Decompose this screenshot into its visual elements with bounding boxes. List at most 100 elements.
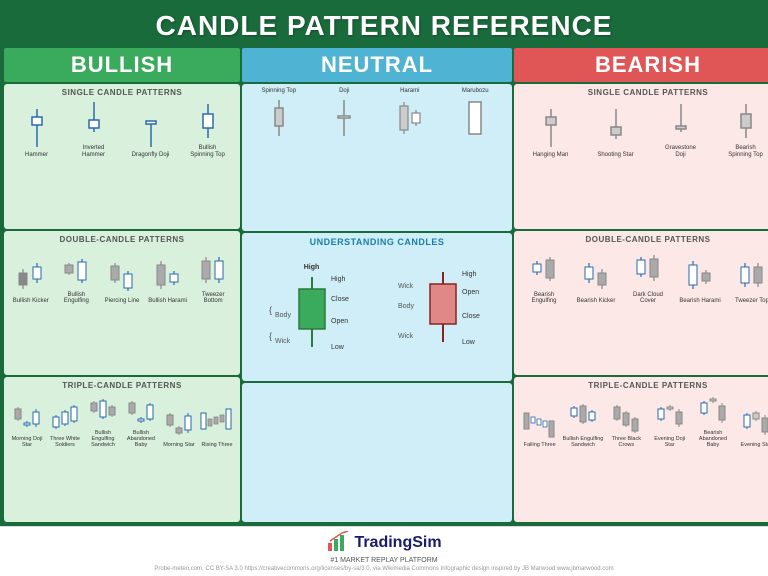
svg-text:Open: Open (331, 318, 348, 325)
pattern-spinning-top: Spinning Top (247, 88, 311, 140)
bullish-triple-patterns: Morning Doji Star Three (9, 393, 235, 448)
three-black-crows-label: Three Black Crows (606, 436, 647, 448)
bullish-candle-diagram: High Close Open Low { Body { Wick (267, 273, 357, 363)
bullish-candle-explain: High High Close Open Low { Body (267, 264, 357, 363)
svg-text:Low: Low (462, 339, 476, 346)
pattern-bullish-engulfing-sandwich: Bullish Engulfing Sandwich (85, 393, 121, 448)
page-title: CANDLE PATTERN REFERENCE (0, 0, 768, 48)
bearish-header: BEARISH (514, 48, 768, 82)
tweezer-top-label: Tweezer Top (735, 298, 768, 305)
svg-text:High: High (462, 271, 477, 278)
marubozu-label: Marubozu (462, 88, 489, 95)
svg-text:Wick: Wick (275, 338, 291, 345)
pattern-harami: Harami (378, 88, 442, 140)
harami-label: Harami (400, 88, 419, 95)
bullish-harami-label: Bullish Harami (148, 298, 187, 305)
gravestone-doji-label: Gravestone Doji (660, 145, 702, 158)
pattern-bullish-kicker: Bullish Kicker (9, 253, 53, 305)
pattern-three-white-soldiers: Three White Soldiers (47, 399, 83, 448)
candle-diagram: High High Close Open Low { Body (248, 250, 506, 376)
bullish-column: BULLISH SINGLE CANDLE PATTERNS Hammer (4, 48, 240, 522)
bearish-triple-title: TRIPLE-CANDLE PATTERNS (519, 381, 768, 390)
svg-text:Body: Body (398, 303, 414, 310)
pattern-bearish-engulfing: Bearish Engulfing (519, 247, 569, 305)
hanging-man-label: Hanging Man (533, 152, 569, 159)
morning-doji-star-label: Morning Doji Star (9, 436, 45, 448)
pattern-bearish-abandoned-baby: Bearish Abandoned Baby (692, 393, 733, 448)
rising-three-label: Rising Three (201, 442, 232, 448)
bearish-triple-card: TRIPLE-CANDLE PATTERNS Falling Three (514, 377, 768, 522)
bearish-abandoned-baby-label: Bearish Abandoned Baby (692, 430, 733, 448)
dark-cloud-cover-label: Dark Cloud Cover (627, 292, 669, 305)
pattern-tweezer-top: Tweezer Top (727, 253, 768, 305)
brand-name: TradingSim (354, 534, 441, 552)
tweezer-bottom-label: Tweezer Bottom (192, 292, 234, 305)
bearish-triple-patterns: Falling Three Bullish En (519, 393, 768, 448)
pattern-falling-three: Falling Three (519, 405, 560, 448)
svg-text:High: High (331, 276, 346, 283)
pattern-bullish-abandoned-baby: Bullish Abandoned Baby (123, 393, 159, 448)
brand-logo: TradingSim (326, 531, 441, 555)
svg-text:Open: Open (462, 289, 479, 296)
pattern-doji: Doji (313, 88, 377, 140)
bearish-column: BEARISH SINGLE CANDLE PATTERNS Hanging M… (514, 48, 768, 522)
pattern-rising-three: Rising Three (199, 405, 235, 448)
pattern-shooting-star: Shooting Star (584, 107, 647, 159)
pattern-hammer: Hammer (9, 107, 64, 159)
bullish-header: BULLISH (4, 48, 240, 82)
pattern-three-black-crows: Three Black Crows (606, 399, 647, 448)
bullish-triple-card: TRIPLE-CANDLE PATTERNS Mor (4, 377, 240, 522)
bearish-double-title: DOUBLE-CANDLE PATTERNS (519, 235, 768, 244)
pattern-gravestone-doji: Gravestone Doji (649, 100, 712, 158)
evening-star-label: Evening Star (741, 442, 768, 448)
pattern-bearish-harami: Bearish Harami (675, 253, 725, 305)
bullish-candle-label: High (304, 264, 320, 271)
pattern-inverted-hammer: Inverted Hammer (66, 100, 121, 158)
pattern-tweezer-bottom: Tweezer Bottom (191, 247, 235, 305)
bearish-spinning-top-label: Bearish Spinning Top (725, 145, 767, 158)
bullish-single-patterns: Hammer Inverted Hammer (9, 100, 235, 158)
bearish-engulfing-label: Bearish Engulfing (523, 292, 565, 305)
pattern-bearish-spinning-top: Bearish Spinning Top (714, 100, 768, 158)
pattern-dark-cloud-cover: Dark Cloud Cover (623, 247, 673, 305)
footer: TradingSim #1 MARKET REPLAY PLATFORM Pro… (0, 526, 768, 576)
bearish-single-title: SINGLE CANDLE PATTERNS (519, 88, 768, 97)
bullish-spinning-top-label: Bullish Spinning Top (187, 145, 229, 158)
svg-text:Body: Body (275, 312, 291, 319)
dragonfly-doji-label: Dragonfly Doji (132, 152, 170, 159)
understanding-title: UNDERSTANDING CANDLES (248, 237, 506, 247)
three-white-soldiers-label: Three White Soldiers (47, 436, 83, 448)
brand-tagline: #1 MARKET REPLAY PLATFORM (330, 557, 437, 564)
bearish-candle-diagram: High Open Close Low Wick Body Wick (398, 268, 488, 358)
bullish-kicker-label: Bullish Kicker (13, 298, 49, 305)
pattern-morning-star: Morning Star (161, 405, 197, 448)
evening-doji-star-label: Evening Doji Star (649, 436, 690, 448)
bearish-engulfing-sandwich-label: Bullish Engulfing Sandwich (562, 436, 603, 448)
pattern-bearish-engulfing-sandwich: Bullish Engulfing Sandwich (562, 399, 603, 448)
bullish-single-title: SINGLE CANDLE PATTERNS (9, 88, 235, 97)
bullish-single-card: SINGLE CANDLE PATTERNS Hammer (4, 84, 240, 229)
bullish-engulfing-label: Bullish Engulfing (55, 292, 97, 305)
svg-text:Wick: Wick (398, 333, 414, 340)
spinning-top-label: Spinning Top (261, 88, 296, 95)
pattern-piercing-line: Piercing Line (100, 253, 144, 305)
bullish-double-title: DOUBLE-CANDLE PATTERNS (9, 235, 235, 244)
pattern-marubozu: Marubozu (444, 88, 508, 140)
hammer-label: Hammer (25, 152, 48, 159)
bullish-engulfing-sandwich-label: Bullish Engulfing Sandwich (85, 430, 121, 448)
pattern-dragonfly-doji: Dragonfly Doji (123, 107, 178, 159)
pattern-evening-star: Evening Star (736, 405, 768, 448)
neutral-spacer (242, 383, 512, 522)
neutral-header: NEUTRAL (242, 48, 512, 82)
falling-three-label: Falling Three (524, 442, 556, 448)
pattern-bullish-engulfing: Bullish Engulfing (55, 247, 99, 305)
bearish-harami-label: Bearish Harami (679, 298, 720, 305)
svg-text:Wick: Wick (398, 283, 414, 290)
bearish-single-card: SINGLE CANDLE PATTERNS Hanging Man (514, 84, 768, 229)
bearish-single-patterns: Hanging Man Shooting Star (519, 100, 768, 158)
neutral-single-card: Spinning Top Doji (242, 84, 512, 231)
svg-text:{: { (269, 305, 272, 315)
neutral-column: NEUTRAL Spinning Top Doji (242, 48, 512, 522)
trading-logo-icon (326, 531, 350, 555)
pattern-evening-doji-star: Evening Doji Star (649, 399, 690, 448)
